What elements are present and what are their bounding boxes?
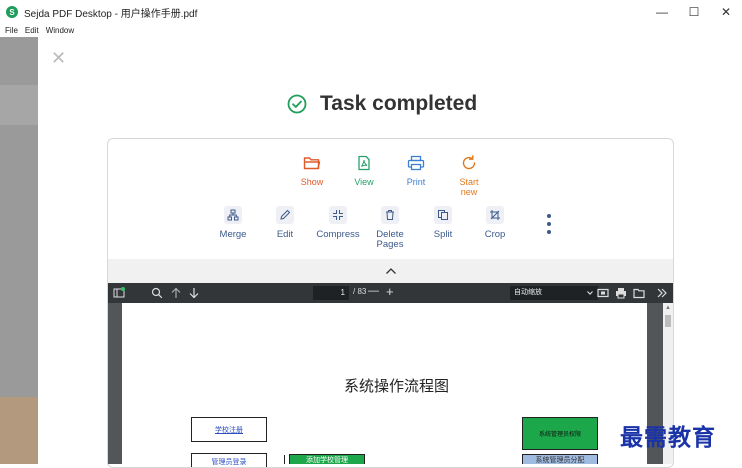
delete-pages-label: Delete Pages	[376, 229, 404, 250]
task-title: Task completed	[320, 92, 478, 115]
scroll-up-icon[interactable]: ▲	[665, 305, 671, 311]
view-label: View	[354, 177, 374, 187]
compress-label: Compress	[316, 229, 360, 240]
print-label: Print	[406, 177, 426, 187]
flow-box-partial: 系统管理员分配	[522, 454, 598, 464]
printer-icon[interactable]	[615, 287, 627, 299]
watermark: 最需教育	[620, 424, 716, 451]
close-window-button[interactable]: ✕	[710, 0, 742, 24]
arrow-up-icon[interactable]	[170, 287, 182, 299]
flow-connector	[284, 455, 285, 464]
background-stripe	[0, 85, 38, 125]
window-title: Sejda PDF Desktop - 用户操作手册.pdf	[24, 8, 198, 20]
scroll-thumb[interactable]	[665, 315, 671, 327]
page-total: / 83	[353, 287, 367, 296]
flow-box-system-admin: 系统管理员权限	[522, 417, 598, 450]
open-file-icon[interactable]	[633, 287, 645, 299]
background-app-area	[0, 37, 38, 464]
edit-tool-button[interactable]: Edit	[268, 206, 302, 240]
flow-box-partial: 管理员登录	[191, 453, 267, 467]
more-options-icon[interactable]	[546, 213, 552, 235]
menu-edit[interactable]: Edit	[25, 26, 39, 35]
chevron-down-icon	[587, 291, 593, 295]
show-button[interactable]: Show	[292, 155, 332, 187]
crop-label: Crop	[484, 229, 506, 240]
pencil-icon	[276, 206, 294, 224]
maximize-button[interactable]: ☐	[678, 0, 710, 24]
crop-tool-button[interactable]: Crop	[478, 206, 512, 240]
pdf-page: 系统操作流程图 学校注册 系统管理员权限 管理员登录 添加学校管理 系统管理员分…	[122, 303, 647, 467]
split-icon	[434, 206, 452, 224]
zoom-in-button[interactable]: +	[386, 284, 394, 299]
title-bar: S Sejda PDF Desktop - 用户操作手册.pdf — ☐ ✕	[0, 0, 742, 24]
show-label: Show	[300, 177, 324, 187]
split-tool-button[interactable]: Split	[425, 206, 461, 240]
menu-file[interactable]: File	[5, 26, 18, 35]
delete-pages-tool-button[interactable]: Delete Pages	[370, 206, 410, 250]
task-heading: Task completed	[287, 92, 477, 116]
window-controls: — ☐ ✕	[646, 0, 742, 24]
check-circle-icon	[287, 94, 307, 114]
zoom-out-button[interactable]: —	[368, 285, 379, 297]
flow-box-partial: 添加学校管理	[289, 454, 365, 464]
page-number-input[interactable]: 1	[313, 286, 349, 300]
compress-icon	[329, 206, 347, 224]
minimize-button[interactable]: —	[646, 0, 678, 24]
presentation-icon[interactable]	[597, 287, 609, 299]
file-pdf-icon	[358, 155, 370, 171]
sidebar-toggle-icon[interactable]	[113, 287, 125, 299]
trash-icon	[381, 206, 399, 224]
restart-icon	[462, 155, 476, 170]
collapse-preview-button[interactable]	[108, 259, 673, 283]
arrow-down-icon[interactable]	[188, 287, 200, 299]
menu-bar: File Edit Window	[0, 24, 742, 37]
background-stripe	[0, 397, 38, 464]
chevron-up-icon	[385, 268, 396, 274]
app-logo-icon: S	[6, 6, 18, 18]
close-dialog-button[interactable]: ✕	[51, 49, 66, 67]
merge-tool-button[interactable]: Merge	[213, 206, 253, 240]
print-button[interactable]: Print	[396, 155, 436, 187]
zoom-value: 自动缩放	[514, 289, 542, 296]
compress-tool-button[interactable]: Compress	[312, 206, 364, 240]
double-chevron-right-icon[interactable]	[656, 287, 668, 299]
menu-window[interactable]: Window	[46, 26, 74, 35]
pdf-viewer[interactable]: 系统操作流程图 学校注册 系统管理员权限 管理员登录 添加学校管理 系统管理员分…	[108, 303, 673, 467]
start-new-button[interactable]: Start new	[452, 155, 486, 197]
start-new-label: Start new	[459, 177, 479, 197]
split-label: Split	[433, 229, 453, 240]
search-icon[interactable]	[151, 287, 163, 299]
flow-box-school-register: 学校注册	[191, 417, 267, 442]
merge-label: Merge	[219, 229, 247, 240]
crop-icon	[486, 206, 504, 224]
edit-label: Edit	[276, 229, 294, 240]
view-button[interactable]: View	[344, 155, 384, 187]
folder-icon	[303, 157, 321, 170]
merge-icon	[224, 206, 242, 224]
document-title: 系统操作流程图	[344, 377, 450, 395]
zoom-select[interactable]: 自动缩放	[510, 286, 598, 300]
pdf-toolbar: 1 / 83 — + 自动缩放	[108, 283, 673, 303]
printer-icon	[407, 155, 425, 171]
